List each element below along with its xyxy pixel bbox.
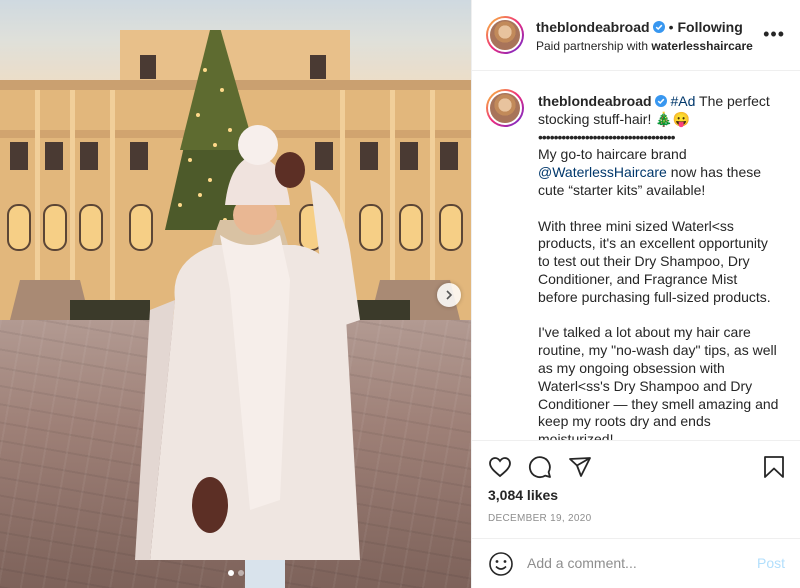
more-options-icon[interactable]: ••• [763, 25, 785, 43]
author-username[interactable]: theblondeabroad [536, 19, 650, 35]
like-count[interactable]: 3,084 likes [488, 487, 558, 503]
carousel-indicator [228, 570, 244, 576]
header-separator: • [668, 19, 674, 35]
comment-input[interactable] [527, 553, 747, 573]
caption-paragraph-2: With three mini sized Waterl<ss products… [538, 217, 772, 305]
caption-author-avatar[interactable] [486, 89, 524, 127]
header-author-line: theblondeabroad • Following [536, 19, 743, 35]
caption-author-username[interactable]: theblondeabroad [538, 93, 652, 109]
post-side-panel: theblondeabroad • Following Paid partnersh… [471, 0, 800, 588]
woman-in-fur-coat-illustration [135, 125, 360, 588]
partnership-line: Paid partnership with waterlesshaircare [536, 39, 753, 53]
post-photo[interactable] [0, 0, 471, 588]
actions-bar: 3,084 likes DECEMBER 19, 2020 Post [472, 440, 800, 588]
caption-scroll-area[interactable]: theblondeabroad #Ad The perfect stocking… [472, 72, 800, 440]
partnership-prefix: Paid partnership with [536, 39, 649, 53]
caption-first-para: theblondeabroad #Ad The perfect stocking… [538, 93, 780, 200]
next-photo-button[interactable] [437, 283, 461, 307]
comment-icon[interactable] [528, 455, 552, 479]
carousel-dot-active [228, 570, 234, 576]
like-heart-icon[interactable] [488, 455, 512, 479]
verified-badge-icon [654, 95, 667, 107]
partner-link[interactable]: waterlesshaircare [651, 39, 752, 53]
mention-link[interactable]: @WaterlessHaircare [538, 164, 667, 180]
author-avatar[interactable] [486, 16, 524, 54]
post-date[interactable]: DECEMBER 19, 2020 [488, 513, 591, 524]
caption-p1-before: My go-to haircare brand [538, 146, 691, 163]
caption-paragraph-3: I've talked a lot about my hair care rou… [538, 324, 783, 440]
verified-badge-icon [652, 21, 665, 33]
post-header: theblondeabroad • Following Paid partnersh… [472, 0, 800, 71]
emoji-icon[interactable] [488, 551, 514, 577]
carousel-dot [238, 570, 244, 576]
comment-row: Post [472, 538, 800, 588]
save-bookmark-icon[interactable] [763, 455, 785, 479]
post-comment-button[interactable]: Post [757, 555, 785, 571]
next-arrow-icon [446, 290, 453, 300]
share-icon[interactable] [568, 455, 592, 479]
following-button[interactable]: Following [677, 19, 742, 35]
caption-divider: ••••••••••••••••••••••••••••••••••• [538, 128, 676, 145]
caption-text: theblondeabroad #Ad The perfect stocking… [538, 93, 780, 440]
hashtag-link[interactable]: #Ad [670, 93, 695, 109]
